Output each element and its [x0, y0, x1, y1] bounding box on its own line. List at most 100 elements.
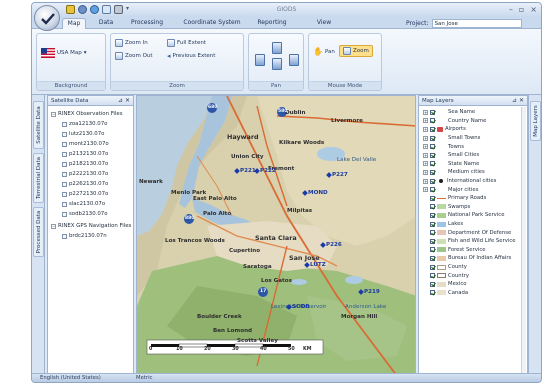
layer-checkbox[interactable] — [430, 255, 435, 261]
layer-row[interactable]: + Medium cities — [423, 168, 485, 177]
layer-checkbox[interactable] — [430, 247, 435, 253]
layer-row[interactable]: + State Name — [423, 160, 479, 169]
expand-icon[interactable]: + — [423, 169, 428, 175]
obs-file-item[interactable]: zoa12130.07o — [62, 120, 107, 128]
tab-processing[interactable]: Processing — [126, 18, 168, 29]
layer-checkbox[interactable] — [430, 118, 435, 124]
layer-row[interactable]: + International cities — [423, 177, 496, 186]
obs-file-item[interactable]: p2222130.07o — [62, 170, 108, 178]
tab-view[interactable]: View — [312, 18, 336, 29]
obs-file-item[interactable]: p2182130.07o — [62, 160, 108, 168]
pan-left-icon[interactable] — [255, 54, 265, 66]
nav-file-item[interactable]: brdc2130.07n — [62, 232, 107, 240]
maximize-icon[interactable]: ▫ — [519, 5, 524, 14]
layer-checkbox[interactable] — [430, 290, 435, 296]
layer-row[interactable]: +Swamps — [423, 203, 470, 212]
layer-row[interactable]: +Primary Roads — [423, 194, 486, 203]
expand-icon[interactable]: + — [423, 161, 428, 167]
layer-checkbox[interactable] — [430, 273, 435, 279]
collapse-icon[interactable]: − — [51, 111, 56, 117]
pan-mode-button[interactable]: ✋ Pan — [313, 47, 335, 56]
obs-file-item[interactable]: mont2130.07o — [62, 140, 109, 148]
tab-satellite-data[interactable]: Satellite Data — [33, 101, 44, 149]
project-input[interactable]: San Jose — [431, 19, 522, 28]
layer-checkbox[interactable] — [430, 238, 435, 244]
layer-row[interactable]: + Major cities — [423, 185, 478, 194]
obs-file-item[interactable]: slac2130.07o — [62, 200, 105, 208]
obs-file-item[interactable]: p2262130.07o — [62, 180, 108, 188]
full-extent-button[interactable]: Full Extent — [167, 39, 206, 47]
layers-scrollbar[interactable] — [521, 107, 526, 373]
map-view[interactable]: Dublin Livermore Hayward Kilkare Woods U… — [136, 95, 416, 375]
expand-icon[interactable]: + — [423, 126, 428, 132]
gps-site-marker[interactable]: LUTZ — [304, 262, 326, 268]
layer-row[interactable]: +National Park Service — [423, 211, 504, 220]
obs-file-item[interactable]: sodb2130.07o — [62, 210, 108, 218]
zoom-out-button[interactable]: Zoom Out — [115, 52, 153, 60]
layer-checkbox[interactable] — [430, 135, 435, 141]
layer-row[interactable]: + Small Towns — [423, 134, 480, 143]
layer-checkbox[interactable] — [430, 169, 435, 175]
obs-file-item[interactable]: lutz2130.07o — [62, 130, 104, 138]
layer-checkbox[interactable] — [430, 281, 435, 287]
application-menu-button[interactable] — [34, 5, 60, 31]
layer-checkbox[interactable] — [430, 152, 435, 158]
tab-data[interactable]: Data — [94, 18, 118, 29]
layer-row[interactable]: + Sea Name — [423, 108, 475, 117]
tab-map[interactable]: Map — [62, 18, 86, 29]
layer-row[interactable]: + Country Name — [423, 117, 486, 126]
close-icon[interactable]: × — [530, 5, 537, 14]
pan-right-icon[interactable] — [289, 54, 299, 66]
gps-site-marker[interactable]: MOND — [302, 190, 328, 196]
zoom-in-button[interactable]: Zoom In — [115, 39, 148, 47]
expand-icon[interactable]: + — [423, 109, 428, 115]
layer-row[interactable]: +County — [423, 263, 467, 272]
layer-row[interactable]: +Lakes — [423, 220, 463, 229]
usa-map-button[interactable]: USA Map ▾ — [41, 48, 87, 58]
layer-row[interactable]: +Bureau Of Indian Affairs — [423, 254, 511, 263]
layer-row[interactable]: +Mexico — [423, 280, 467, 289]
gps-site-marker[interactable]: SODB — [286, 304, 310, 310]
tab-coordinate-system[interactable]: Coordinate System — [178, 18, 246, 29]
tab-map-layers[interactable]: Map Layers — [530, 101, 541, 141]
layer-checkbox[interactable] — [430, 126, 435, 132]
layer-row[interactable]: + Small Cities — [423, 151, 479, 160]
expand-icon[interactable]: + — [423, 118, 428, 124]
tab-processed-data[interactable]: Processed Data — [33, 207, 44, 257]
layer-row[interactable]: + Airports — [423, 125, 466, 134]
layer-checkbox[interactable] — [430, 264, 435, 270]
gps-site-marker[interactable]: P222 — [254, 168, 276, 174]
panel-pin-close-icon[interactable]: ⊿ ✕ — [512, 96, 524, 106]
panel-pin-close-icon[interactable]: ⊿ ✕ — [118, 96, 130, 106]
layer-row[interactable]: + Towns — [423, 142, 464, 151]
minimize-icon[interactable]: – — [509, 5, 513, 14]
layer-checkbox[interactable] — [430, 187, 435, 193]
layer-checkbox[interactable] — [430, 178, 435, 184]
tab-reporting[interactable]: Reporting — [252, 18, 292, 29]
layer-row[interactable]: +Department Of Defense — [423, 228, 511, 237]
expand-icon[interactable]: + — [423, 187, 428, 193]
obs-file-item[interactable]: p2132130.07o — [62, 150, 108, 158]
zoom-mode-button[interactable]: Zoom — [339, 45, 373, 57]
expand-icon[interactable]: + — [423, 135, 428, 141]
layer-row[interactable]: +Canada — [423, 289, 468, 298]
layer-checkbox[interactable] — [430, 212, 435, 218]
obs-file-item[interactable]: p2272130.07o — [62, 190, 108, 198]
previous-extent-button[interactable]: ◂ Previous Extent — [167, 52, 215, 60]
expand-icon[interactable]: + — [423, 178, 428, 184]
pan-down-icon[interactable] — [272, 58, 282, 70]
layer-checkbox[interactable] — [430, 221, 435, 227]
tab-terrestrial-data[interactable]: Terrestrial Data — [33, 153, 44, 203]
pan-up-icon[interactable] — [272, 42, 282, 54]
expand-icon[interactable]: + — [423, 144, 428, 150]
metric-label[interactable]: Metric — [136, 375, 152, 381]
layer-checkbox[interactable] — [430, 109, 435, 115]
language-label[interactable]: English (United States) — [40, 375, 101, 381]
layer-checkbox[interactable] — [430, 161, 435, 167]
layer-row[interactable]: +Forest Service — [423, 246, 486, 255]
layer-checkbox[interactable] — [430, 144, 435, 150]
expand-icon[interactable]: + — [423, 152, 428, 158]
layer-checkbox[interactable] — [430, 204, 435, 210]
gps-site-marker[interactable]: P227 — [326, 172, 348, 178]
tree-node-rinex-observation[interactable]: − RINEX Observation Files — [51, 110, 123, 118]
